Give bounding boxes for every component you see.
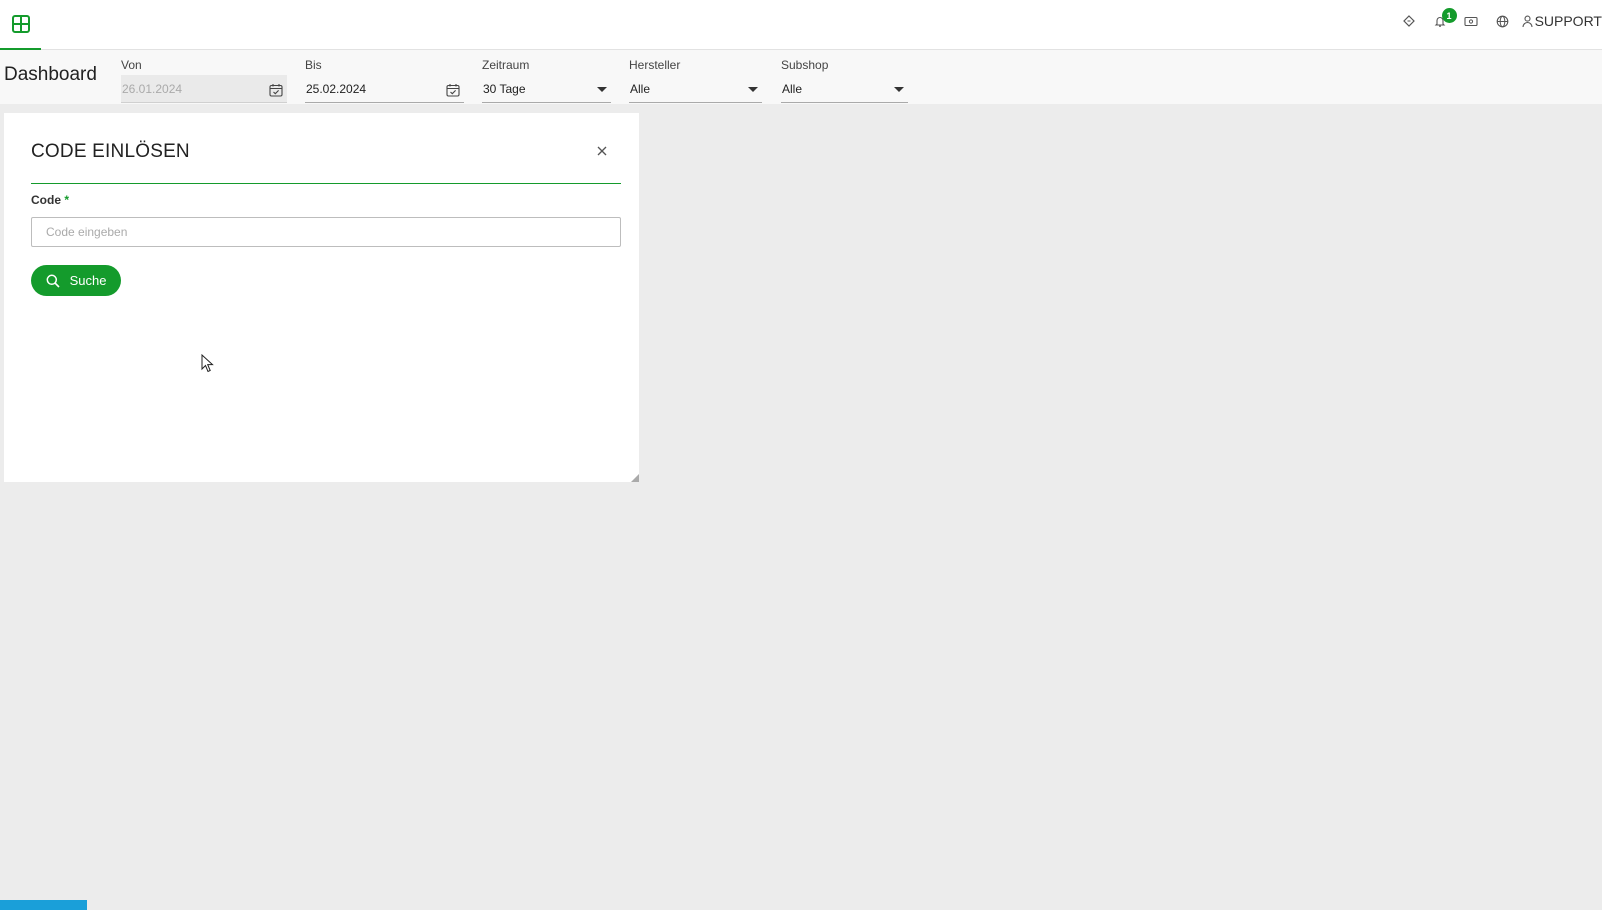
subshop-label: Subshop [781, 58, 829, 72]
mouse-cursor-icon [201, 354, 214, 373]
hersteller-select-field: Hersteller Alle [629, 57, 762, 103]
loading-progress-bar [0, 900, 87, 910]
search-button[interactable]: Suche [31, 265, 121, 296]
zeitraum-label: Zeitraum [482, 58, 530, 72]
user-menu[interactable]: SUPPORT [1518, 13, 1602, 29]
diamond-button[interactable] [1394, 6, 1425, 36]
bis-value: 25.02.2024 [306, 81, 367, 96]
top-navigation-bar: 1 SUPPORT [0, 0, 1602, 50]
zeitraum-select[interactable]: 30 Tage [482, 75, 611, 103]
redeem-code-dialog: CODE EINLÖSEN Code * Suche [4, 113, 639, 482]
subshop-select[interactable]: Alle [781, 75, 908, 103]
hersteller-select[interactable]: Alle [629, 75, 762, 103]
dashboard-app-tab[interactable] [0, 0, 41, 50]
search-button-label: Suche [69, 273, 107, 288]
user-name-label: SUPPORT [1534, 13, 1602, 29]
von-value: 26.01.2024 [122, 81, 183, 96]
bis-label: Bis [305, 58, 322, 72]
notifications-button[interactable]: 1 [1425, 6, 1457, 36]
search-icon [46, 274, 60, 288]
bis-date-field: Bis 25.02.2024 [305, 57, 464, 103]
code-input[interactable] [31, 217, 621, 247]
zeitraum-select-field: Zeitraum 30 Tage [482, 57, 611, 103]
close-icon [597, 146, 607, 156]
von-date-field: Von 26.01.2024 [121, 57, 287, 103]
subshop-select-field: Subshop Alle [781, 57, 908, 103]
bis-date-input[interactable]: 25.02.2024 [305, 75, 464, 103]
hersteller-value: Alle [630, 81, 651, 96]
code-label-text: Code [31, 193, 61, 207]
calendar-icon[interactable] [446, 83, 460, 97]
ticket-icon [1464, 16, 1478, 26]
dashboard-filter-bar: Dashboard Von 26.01.2024 Bis 25.02.2024 [0, 50, 1602, 104]
page-title: Dashboard [4, 64, 97, 85]
hersteller-label: Hersteller [629, 58, 681, 72]
caret-down-icon [597, 87, 607, 92]
ticket-button[interactable] [1456, 6, 1487, 36]
caret-down-icon [894, 87, 904, 92]
subshop-value: Alle [782, 81, 803, 96]
zeitraum-value: 30 Tage [483, 81, 526, 96]
resize-handle-icon[interactable] [631, 474, 639, 482]
von-label: Von [121, 58, 142, 72]
language-button[interactable] [1487, 6, 1518, 36]
caret-down-icon [748, 87, 758, 92]
grid-icon [11, 15, 30, 33]
code-field-label: Code * [31, 193, 69, 207]
required-marker: * [64, 193, 70, 207]
globe-icon [1496, 15, 1508, 27]
top-icon-group: 1 SUPPORT [1394, 0, 1602, 42]
notification-count-badge: 1 [1441, 8, 1457, 23]
calendar-icon[interactable] [269, 83, 283, 97]
close-dialog-button[interactable] [594, 143, 610, 159]
user-icon [1522, 15, 1533, 27]
title-divider [31, 183, 621, 184]
dialog-title: CODE EINLÖSEN [31, 141, 190, 162]
von-date-input[interactable]: 26.01.2024 [121, 75, 287, 103]
diamond-icon [1403, 15, 1415, 27]
